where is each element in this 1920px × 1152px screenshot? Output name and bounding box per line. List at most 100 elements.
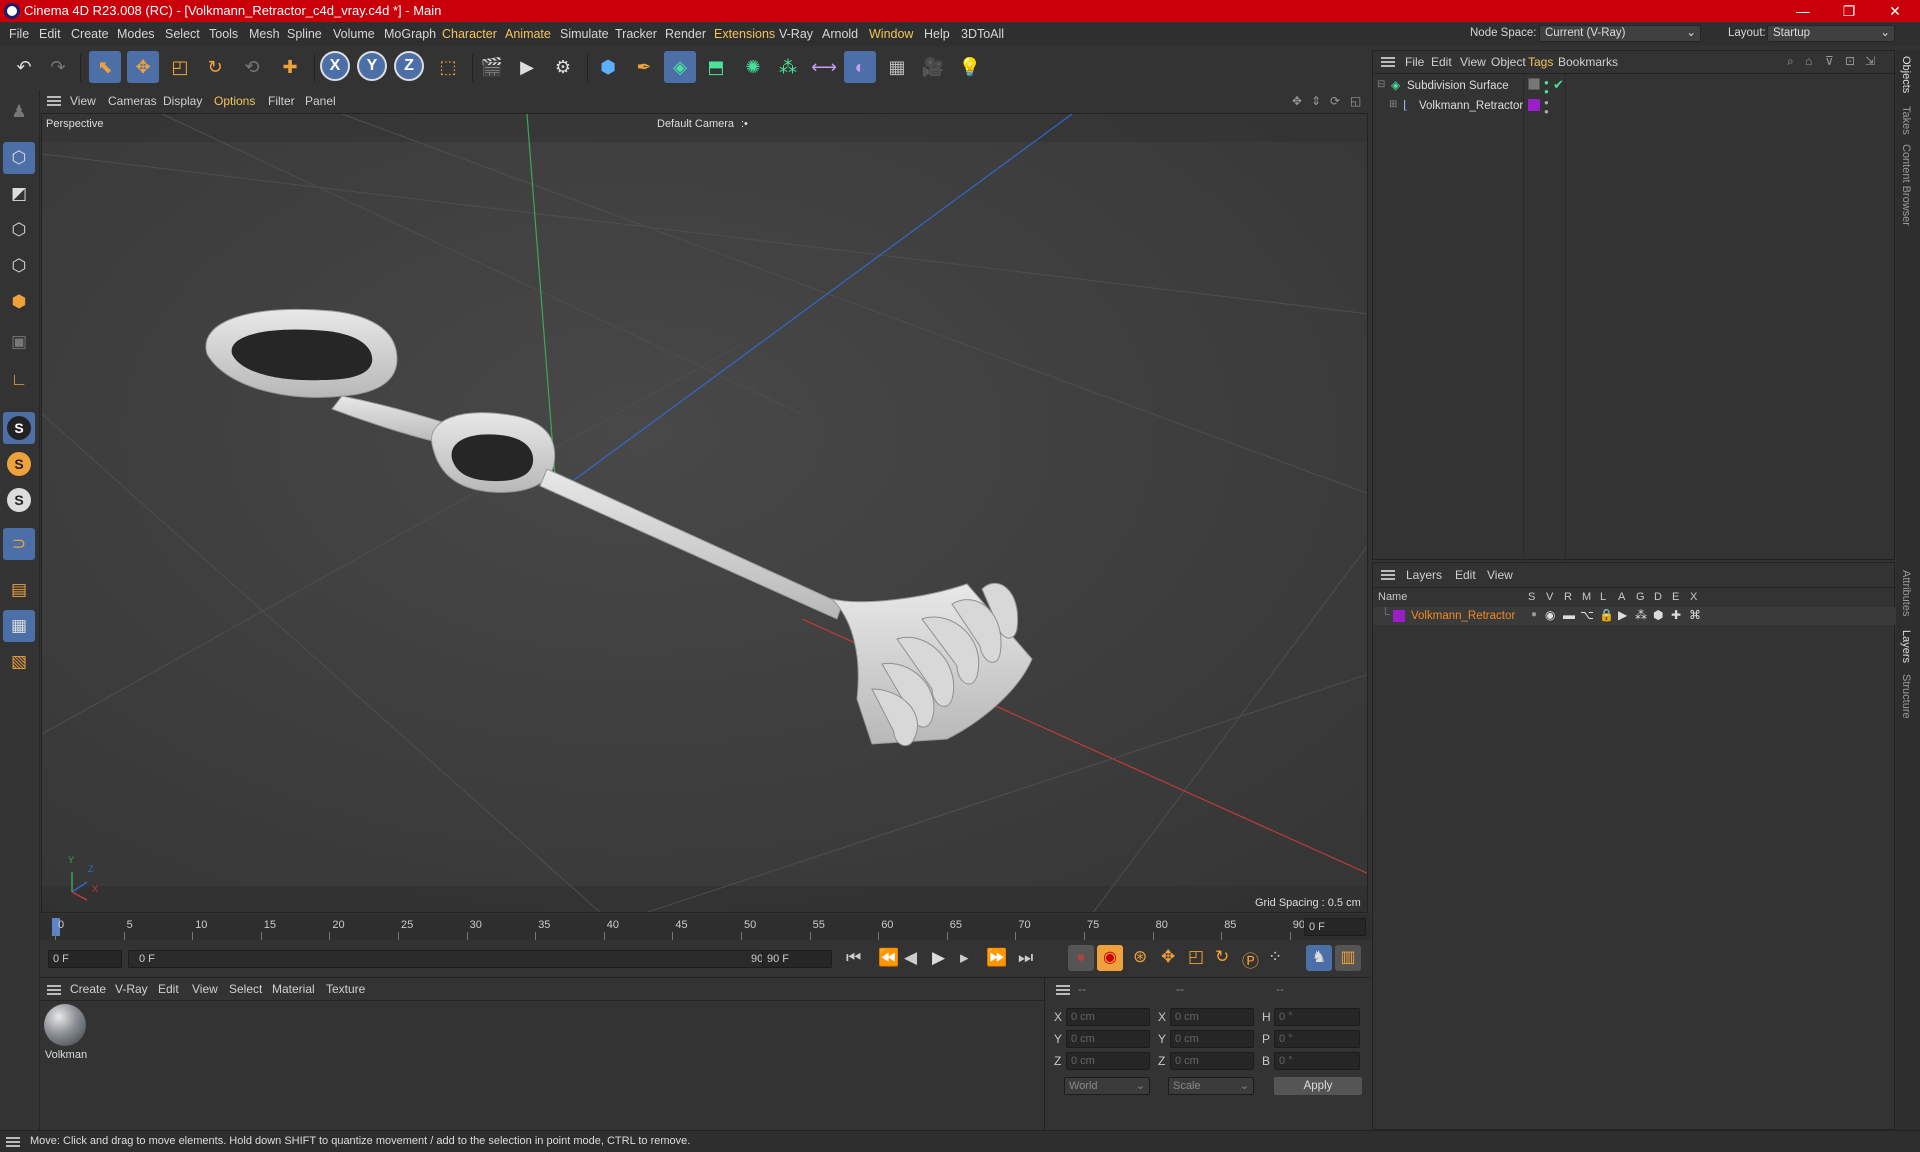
menu-render[interactable]: Render xyxy=(665,27,706,41)
pos-y-field[interactable]: 0 cm xyxy=(1066,1030,1150,1048)
lock-toggle-icon[interactable]: 🔒 xyxy=(1599,608,1614,622)
layer-color-swatch[interactable] xyxy=(1528,99,1540,111)
render-settings-icon[interactable]: ⚙ xyxy=(547,51,579,83)
scale-icon[interactable]: ◰ xyxy=(164,51,196,83)
menu-character[interactable]: Character xyxy=(442,27,497,41)
size-mode-dropdown[interactable]: Scale ⌄ xyxy=(1168,1077,1254,1095)
layer-tag-icon[interactable] xyxy=(1528,78,1540,90)
view-toggle-icon[interactable]: ◉ xyxy=(1545,608,1555,622)
column-expressions[interactable]: E xyxy=(1672,591,1679,603)
record-keys-icon[interactable]: ● xyxy=(1068,945,1094,971)
search-icon[interactable]: ⌕ xyxy=(1787,54,1794,69)
enabled-check-icon[interactable]: ✔ xyxy=(1553,77,1564,93)
axis-mode-icon[interactable]: ∟ xyxy=(3,364,35,396)
maximize-view-icon[interactable]: ◱ xyxy=(1350,94,1361,108)
start-frame-field[interactable]: 0 F xyxy=(48,950,122,968)
menu-arnold[interactable]: Arnold xyxy=(822,27,858,41)
object-menu-tags[interactable]: Tags xyxy=(1528,55,1553,69)
z-axis-lock-button[interactable]: Z xyxy=(394,51,424,81)
expressions-toggle-icon[interactable]: ✚ xyxy=(1671,608,1681,622)
recent-tools-icon[interactable]: ⟲ xyxy=(236,51,268,83)
cloner-icon[interactable]: ✺ xyxy=(737,51,769,83)
layer-menu-view[interactable]: View xyxy=(1487,568,1513,582)
layer-row[interactable]: └ Volkmann_Retractor ● ◉ ▬ ⌥ 🔒 ▶ ⁂ ⬢ ✚ ⌘ xyxy=(1373,607,1896,625)
camera-icon[interactable]: 🎥 xyxy=(917,51,949,83)
new-view-icon[interactable]: ⊡ xyxy=(1845,54,1855,68)
floor-icon[interactable]: ▦ xyxy=(881,51,913,83)
key-parameter-icon[interactable]: Ⓟ xyxy=(1242,947,1259,972)
tab-takes[interactable]: Takes xyxy=(1900,106,1912,135)
object-row[interactable]: ⊟ ◈ Subdivision Surface ● ● ✔ xyxy=(1373,77,1896,96)
object-menu-edit[interactable]: Edit xyxy=(1431,55,1452,69)
light-icon[interactable]: 💡 xyxy=(954,51,986,83)
key-scale-icon[interactable]: ◰ xyxy=(1188,947,1204,967)
redo-icon[interactable]: ↷ xyxy=(42,51,74,83)
size-z-field[interactable]: 0 cm xyxy=(1170,1052,1254,1070)
cube-icon[interactable]: ⬢ xyxy=(592,51,624,83)
layer-color-swatch[interactable] xyxy=(1393,610,1405,622)
material-menu-texture[interactable]: Texture xyxy=(326,982,365,996)
current-frame-field[interactable]: 0 F xyxy=(1304,918,1366,936)
tab-attributes[interactable]: Attributes xyxy=(1900,570,1912,616)
motion-system-icon[interactable]: ♞ xyxy=(1306,945,1332,971)
minimize-button[interactable]: — xyxy=(1780,0,1826,22)
expand-icon[interactable]: ⊞ xyxy=(1389,99,1397,110)
keyframe-selection-icon[interactable]: ⊛ xyxy=(1133,947,1147,967)
previous-frame-icon[interactable]: ◀ xyxy=(904,948,917,968)
frame-range-slider[interactable]: 0 F 90 F xyxy=(128,950,792,968)
object-menu-object[interactable]: Object xyxy=(1491,55,1526,69)
go-to-end-icon[interactable]: ⏭ xyxy=(1018,948,1033,968)
menu-create[interactable]: Create xyxy=(71,27,109,41)
restore-button[interactable]: ❐ xyxy=(1826,0,1872,22)
dolly-view-icon[interactable]: ⇕ xyxy=(1311,94,1321,108)
object-menu-bookmarks[interactable]: Bookmarks xyxy=(1558,55,1618,69)
grid-icon[interactable]: ▦ xyxy=(3,610,35,642)
visibility-dots-icon[interactable]: ● ● xyxy=(1544,98,1549,116)
live-selection-icon[interactable]: ⬉ xyxy=(89,51,121,83)
subdivision-surface-icon[interactable]: ◈ xyxy=(664,51,696,83)
expand-panel-icon[interactable]: ⇲ xyxy=(1865,54,1875,68)
menu-file[interactable]: File xyxy=(9,27,29,41)
viewport-menu-cameras[interactable]: Cameras xyxy=(108,94,157,108)
tab-structure[interactable]: Structure xyxy=(1900,674,1912,719)
menu-vray[interactable]: V-Ray xyxy=(779,27,813,41)
world-axis-icon[interactable]: ✚ xyxy=(274,51,306,83)
column-deformers[interactable]: D xyxy=(1654,591,1662,603)
filter-icon[interactable]: ⊽ xyxy=(1825,54,1834,68)
size-x-field[interactable]: 0 cm xyxy=(1170,1008,1254,1026)
menu-mesh[interactable]: Mesh xyxy=(249,27,280,41)
material-menu-material[interactable]: Material xyxy=(272,982,315,996)
next-frame-icon[interactable]: ▸ xyxy=(960,948,969,968)
hamburger-menu-icon[interactable] xyxy=(47,96,61,106)
viewport-menu-filter[interactable]: Filter xyxy=(268,94,295,108)
home-icon[interactable]: ⌂ xyxy=(1805,54,1812,68)
key-position-icon[interactable]: ✥ xyxy=(1161,947,1175,967)
menu-mograph[interactable]: MoGraph xyxy=(384,27,436,41)
rot-h-field[interactable]: 0 ° xyxy=(1274,1008,1360,1026)
layer-menu-layers[interactable]: Layers xyxy=(1406,568,1442,582)
texture-mode-icon[interactable]: ◩ xyxy=(3,178,35,210)
material-menu-edit[interactable]: Edit xyxy=(158,982,179,996)
viewport-menu-view[interactable]: View xyxy=(70,94,96,108)
size-y-field[interactable]: 0 cm xyxy=(1170,1030,1254,1048)
snap-icon[interactable]: S xyxy=(7,416,31,440)
viewport-menu-display[interactable]: Display xyxy=(163,94,202,108)
timeline-ruler[interactable]: 0 5 10 15 20 25 30 35 40 45 50 55 60 65 70 75 80 85 90 0 F xyxy=(40,914,1370,940)
tab-objects[interactable]: Objects xyxy=(1900,56,1912,93)
menu-select[interactable]: Select xyxy=(165,27,200,41)
column-generators[interactable]: G xyxy=(1636,591,1645,603)
solo-toggle-icon[interactable]: ● xyxy=(1531,609,1537,620)
object-row[interactable]: ⊞ ⌊ Volkmann_Retractor ● ● xyxy=(1373,98,1896,116)
locked-workplane-icon[interactable]: ▧ xyxy=(3,646,35,678)
rot-p-field[interactable]: 0 ° xyxy=(1274,1030,1360,1048)
column-animation[interactable]: A xyxy=(1618,591,1625,603)
previous-key-icon[interactable]: ⏪ xyxy=(878,948,899,968)
make-editable-icon[interactable]: ♟ xyxy=(3,96,35,128)
coordinate-system-icon[interactable]: ⬚ xyxy=(432,51,464,83)
pos-z-field[interactable]: 0 cm xyxy=(1066,1052,1150,1070)
3d-viewport[interactable]: Perspective Default Camera :• Grid Spaci… xyxy=(41,113,1368,913)
layout-dropdown[interactable]: Startup ⌄ xyxy=(1767,25,1895,42)
menu-3dtoall[interactable]: 3DToAll xyxy=(961,27,1004,41)
field-icon[interactable]: ◐ xyxy=(844,51,876,83)
apply-button[interactable]: Apply xyxy=(1274,1077,1362,1095)
